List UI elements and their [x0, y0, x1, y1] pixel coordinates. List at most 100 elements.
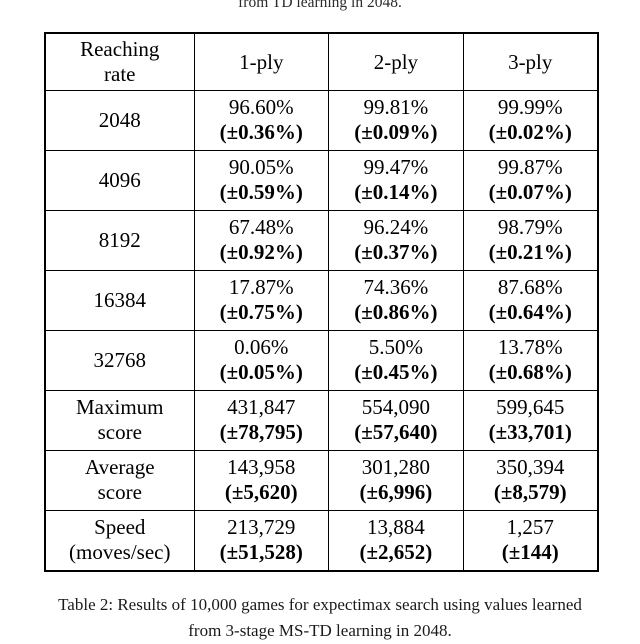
data-value: 431,847 [227, 395, 296, 419]
row-label-line1: 32768 [93, 347, 147, 372]
data-value: 74.36% [363, 275, 429, 299]
row-label-line1: 8192 [98, 227, 141, 252]
data-cell-2-ply: 554,090 (±57,640) [328, 390, 464, 451]
data-value: 13.78% [497, 335, 563, 359]
table-header-row: Reaching rate 1-ply 2-ply 3-ply [44, 32, 599, 91]
data-cell-2-ply: 301,280 (±6,996) [328, 450, 464, 511]
data-cell-1-ply: 143,958 (±5,620) [193, 450, 330, 511]
data-value: 99.47% [363, 155, 429, 179]
data-cell-2-ply: 99.47% (±0.14%) [328, 150, 464, 211]
data-cell-1-ply: 431,847 (±78,795) [193, 390, 330, 451]
data-cell-3-ply: 87.68% (±0.64%) [462, 270, 599, 331]
data-cell-2-ply: 99.81% (±0.09%) [328, 90, 464, 151]
data-value: 87.68% [497, 275, 563, 299]
data-cell-1-ply: 90.05% (±0.59%) [193, 150, 330, 211]
table-row: Speed (moves/sec) 213,729 (±51,528) 13,8… [44, 510, 599, 572]
data-value: 96.60% [228, 95, 294, 119]
data-cell-3-ply: 13.78% (±0.68%) [462, 330, 599, 391]
row-label-cell: 8192 [44, 210, 195, 271]
data-value: 213,729 [227, 515, 296, 539]
row-label-line2: (moves/sec) [69, 540, 171, 564]
caption-line-2: from 3-stage MS-TD learning in 2048. [188, 621, 452, 640]
table-body: Reaching rate 1-ply 2-ply 3-ply 2048 96.… [44, 32, 599, 572]
header-1-ply-label: 1-ply [239, 49, 284, 74]
data-value: 13,884 [367, 515, 425, 539]
data-cell-3-ply: 350,394 (±8,579) [462, 450, 599, 511]
data-value: 98.79% [497, 215, 563, 239]
data-value: 17.87% [228, 275, 294, 299]
data-value: 599,645 [496, 395, 565, 419]
data-value: 0.06% [234, 335, 289, 359]
header-3-ply-label: 3-ply [508, 49, 553, 74]
row-label-line1: 4096 [98, 167, 141, 192]
header-cell-1-ply: 1-ply [193, 32, 330, 91]
data-value: 99.87% [497, 155, 563, 179]
row-label-line1: Speed [94, 515, 146, 539]
data-error: (±8,579) [493, 480, 567, 504]
data-value: 99.99% [497, 95, 563, 119]
data-cell-1-ply: 17.87% (±0.75%) [193, 270, 330, 331]
data-error: (±5,620) [224, 480, 298, 504]
results-table: Reaching rate 1-ply 2-ply 3-ply 2048 96.… [44, 32, 599, 572]
data-error: (±0.68%) [488, 360, 572, 384]
data-cell-2-ply: 13,884 (±2,652) [328, 510, 464, 572]
row-label-line1: 16384 [93, 287, 147, 312]
data-cell-1-ply: 0.06% (±0.05%) [193, 330, 330, 391]
data-error: (±6,996) [359, 480, 433, 504]
caption-line-1: Table 2: Results of 10,000 games for exp… [58, 595, 582, 614]
results-table-container: Reaching rate 1-ply 2-ply 3-ply 2048 96.… [44, 32, 599, 572]
data-error: (±0.45%) [354, 360, 438, 384]
data-value: 90.05% [228, 155, 294, 179]
data-value: 143,958 [227, 455, 296, 479]
table-row: Average score 143,958 (±5,620) 301,280 (… [44, 450, 599, 511]
data-cell-1-ply: 67.48% (±0.92%) [193, 210, 330, 271]
data-error: (±2,652) [359, 540, 433, 564]
header-reaching-line2: rate [104, 62, 136, 86]
data-cell-2-ply: 96.24% (±0.37%) [328, 210, 464, 271]
table-row: 32768 0.06% (±0.05%) 5.50% (±0.45%) 13.7… [44, 330, 599, 391]
data-error: (±0.07%) [488, 180, 572, 204]
data-cell-2-ply: 74.36% (±0.86%) [328, 270, 464, 331]
row-label-cell: 4096 [44, 150, 195, 211]
data-error: (±144) [501, 540, 559, 564]
data-error: (±0.64%) [488, 300, 572, 324]
data-value: 5.50% [368, 335, 424, 359]
data-value: 301,280 [361, 455, 431, 479]
data-cell-3-ply: 599,645 (±33,701) [462, 390, 599, 451]
row-label-cell: 32768 [44, 330, 195, 391]
data-cell-2-ply: 5.50% (±0.45%) [328, 330, 464, 391]
row-label-cell: 2048 [44, 90, 195, 151]
header-2-ply-label: 2-ply [373, 49, 419, 74]
table-row: 4096 90.05% (±0.59%) 99.47% (±0.14%) 99.… [44, 150, 599, 211]
data-value: 99.81% [363, 95, 429, 119]
data-error: (±0.92%) [219, 240, 303, 264]
data-error: (±0.09%) [354, 120, 438, 144]
row-label-line2: score [97, 480, 142, 504]
header-reaching-line1: Reaching [80, 37, 160, 61]
data-cell-3-ply: 99.87% (±0.07%) [462, 150, 599, 211]
data-error: (±0.02%) [488, 120, 572, 144]
data-error: (±51,528) [219, 540, 303, 564]
row-label-line1: Maximum [76, 395, 164, 419]
data-error: (±57,640) [354, 420, 438, 444]
data-value: 67.48% [228, 215, 294, 239]
data-error: (±0.86%) [354, 300, 438, 324]
data-cell-3-ply: 1,257 (±144) [462, 510, 599, 572]
table-caption: Table 2: Results of 10,000 games for exp… [0, 592, 640, 644]
data-value: 350,394 [496, 455, 565, 479]
previous-caption-fragment: from TD learning in 2048. [238, 0, 402, 11]
header-cell-reaching-rate: Reaching rate [44, 32, 195, 91]
data-error: (±78,795) [219, 420, 303, 444]
header-cell-2-ply: 2-ply [328, 32, 464, 91]
row-label-cell: Average score [44, 450, 195, 511]
data-error: (±0.14%) [354, 180, 438, 204]
data-error: (±0.75%) [219, 300, 303, 324]
data-error: (±0.05%) [219, 360, 303, 384]
data-error: (±33,701) [488, 420, 572, 444]
row-label-cell: Maximum score [44, 390, 195, 451]
row-label-cell: 16384 [44, 270, 195, 331]
header-cell-3-ply: 3-ply [462, 32, 599, 91]
table-row: 8192 67.48% (±0.92%) 96.24% (±0.37%) 98.… [44, 210, 599, 271]
table-row: 2048 96.60% (±0.36%) 99.81% (±0.09%) 99.… [44, 90, 599, 151]
data-cell-3-ply: 98.79% (±0.21%) [462, 210, 599, 271]
